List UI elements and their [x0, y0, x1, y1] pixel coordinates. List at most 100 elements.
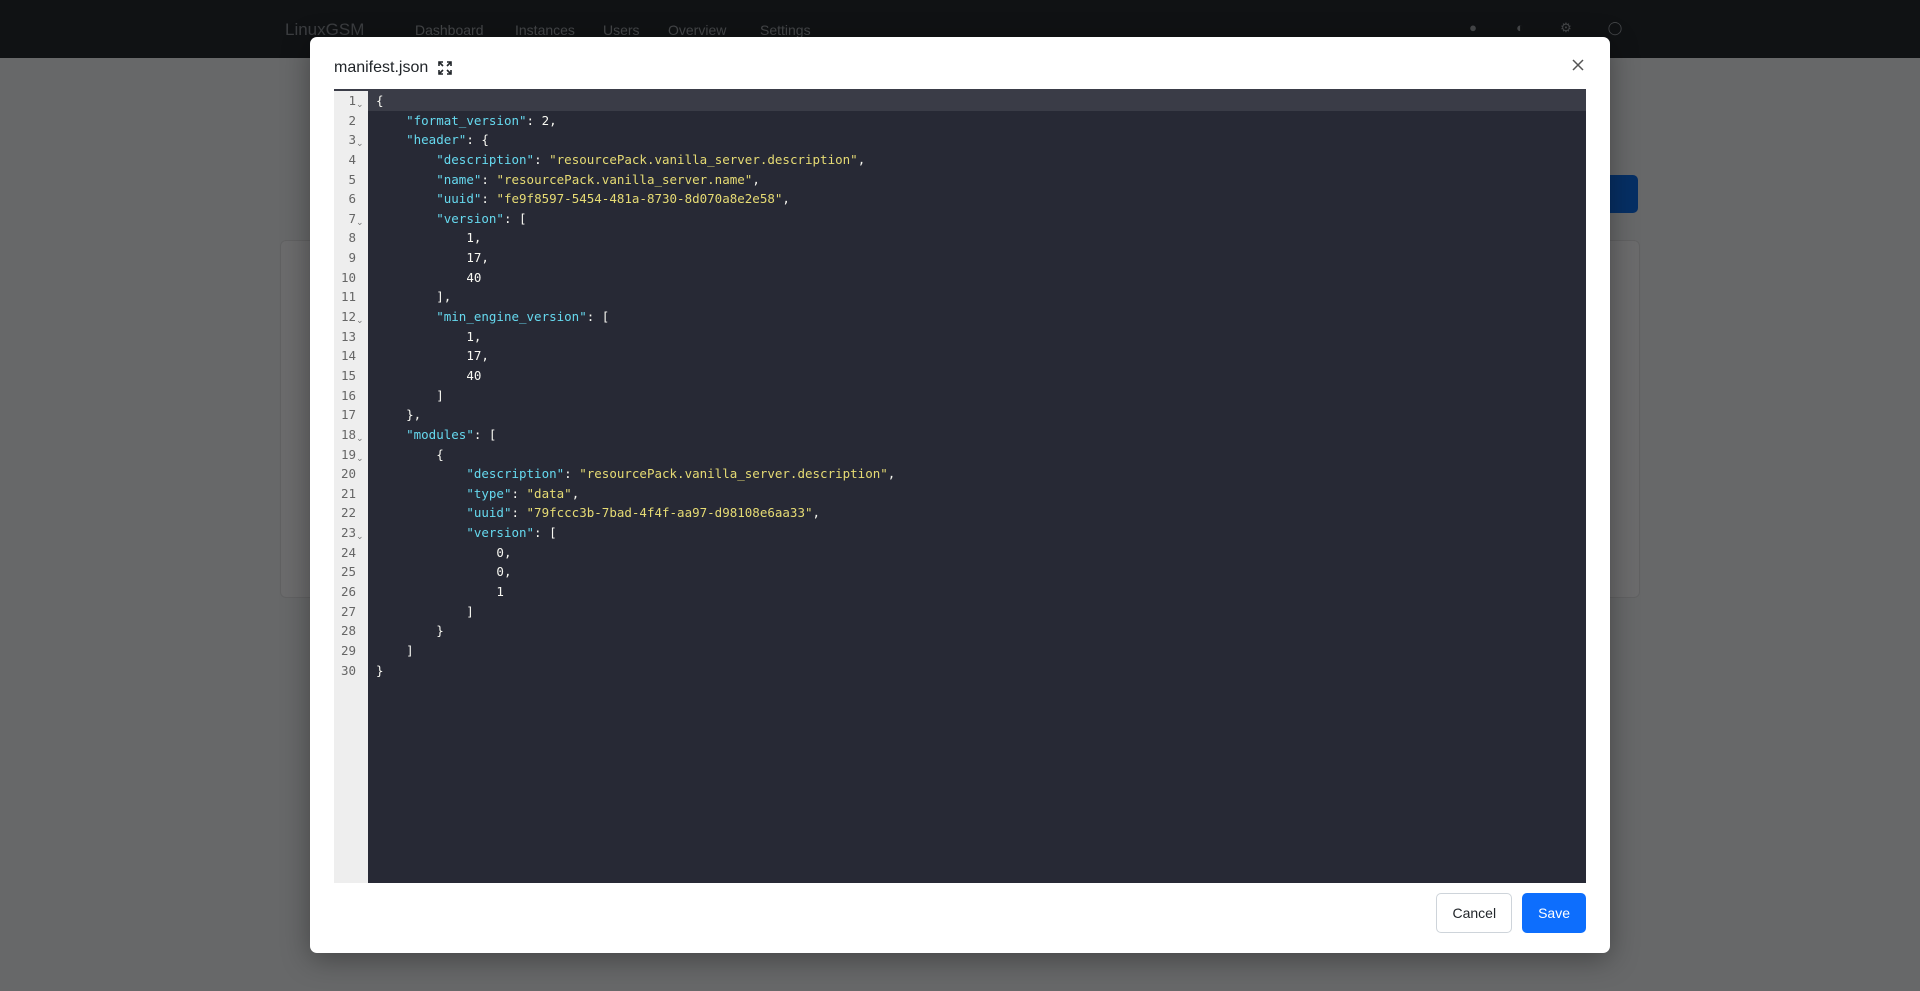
code-line[interactable]: 14 17,: [341, 346, 1586, 366]
expand-icon[interactable]: [438, 61, 453, 75]
code-line[interactable]: 1 ⌄{: [348, 91, 1586, 111]
modal-header: manifest.json: [334, 59, 453, 77]
code-text: 1,: [368, 228, 481, 248]
code-line[interactable]: 27 ]: [341, 602, 1586, 622]
save-button[interactable]: Save: [1522, 893, 1586, 933]
code-token: "79fccc3b-7bad-4f4f-aa97-d98108e6aa33": [526, 505, 813, 521]
code-line[interactable]: 6 "uuid": "fe9f8597-5454-481a-8730-8d070…: [348, 189, 1586, 209]
line-number: 15: [340, 367, 356, 383]
code-line[interactable]: 20 "description": "resourcePack.vanilla_…: [341, 464, 1586, 484]
code-line[interactable]: 25 0,: [341, 562, 1586, 582]
line-number: 22: [340, 505, 356, 521]
code-token: : [: [586, 309, 610, 325]
fold-toggle-icon[interactable]: ⌄: [356, 527, 364, 547]
code-text: "format_version": 2,: [368, 111, 557, 131]
code-text: }: [368, 661, 384, 681]
code-line[interactable]: 21 "type": "data",: [341, 484, 1586, 504]
code-token: : [: [503, 210, 527, 226]
code-line[interactable]: 12 ⌄ "min_engine_version": [: [341, 307, 1586, 327]
code-line[interactable]: 4 "description": "resourcePack.vanilla_s…: [348, 150, 1586, 170]
code-line[interactable]: 19 ⌄ {: [341, 445, 1586, 465]
code-line[interactable]: 16 ]: [341, 386, 1586, 406]
code-token: :: [481, 171, 497, 187]
close-button[interactable]: [1566, 53, 1590, 77]
code-line[interactable]: 28 }: [341, 621, 1586, 641]
code-line[interactable]: 23 ⌄ "version": [: [341, 523, 1586, 543]
code-line[interactable]: 13 1,: [341, 327, 1586, 347]
code-text: 1,: [368, 327, 481, 347]
code-token: :: [534, 151, 550, 167]
code-token: 1: [466, 328, 474, 344]
line-number: 17: [340, 407, 356, 423]
code-line[interactable]: 10 40: [341, 268, 1586, 288]
code-editor[interactable]: 1 ⌄{2 "format_version": 2, 3 ⌄ "header": {4…: [334, 89, 1586, 883]
fold-toggle-icon[interactable]: ⌄: [356, 429, 364, 449]
code-text: "description": "resourcePack.vanilla_ser…: [368, 150, 865, 170]
line-number: 2: [348, 112, 356, 128]
code-token: :: [511, 505, 527, 521]
code-text: "type": "data",: [368, 484, 579, 504]
line-number: 27: [340, 603, 356, 619]
line-number: 10: [340, 269, 356, 285]
code-text: "description": "resourcePack.vanilla_ser…: [368, 464, 895, 484]
code-line[interactable]: 24 0,: [341, 543, 1586, 563]
code-token: :: [481, 191, 497, 207]
code-text: {: [368, 91, 384, 111]
code-token: },: [376, 407, 422, 423]
code-token: "version": [436, 210, 504, 226]
code-line[interactable]: 22 "uuid": "79fccc3b-7bad-4f4f-aa97-d981…: [341, 503, 1586, 523]
code-token: ,: [857, 151, 866, 167]
file-editor-modal: manifest.json 1 ⌄{2 "format_version": 2, 3…: [310, 37, 1610, 953]
code-token: "resourcePack.vanilla_server.name": [496, 171, 753, 187]
code-token: 40: [466, 367, 482, 383]
line-number: 3: [348, 132, 356, 148]
code-line[interactable]: 26 1: [341, 582, 1586, 602]
fold-toggle-icon[interactable]: ⌄: [356, 213, 364, 233]
code-line[interactable]: 30}: [341, 661, 1586, 681]
code-token: ,: [782, 191, 790, 207]
code-line[interactable]: 11 ],: [341, 287, 1586, 307]
code-line[interactable]: 9 17,: [348, 248, 1586, 268]
fold-toggle-icon[interactable]: ⌄: [356, 95, 364, 115]
code-line[interactable]: 18 ⌄ "modules": [: [341, 425, 1586, 445]
code-token: "description": [466, 466, 565, 482]
code-line[interactable]: 3 ⌄ "header": {: [348, 130, 1586, 150]
code-line[interactable]: 15 40: [341, 366, 1586, 386]
code-token: ]: [376, 603, 474, 619]
code-text: 1: [368, 582, 504, 602]
line-number: 24: [340, 544, 356, 560]
fold-toggle-icon[interactable]: ⌄: [356, 134, 364, 154]
code-text: ]: [368, 386, 444, 406]
line-number: 20: [340, 466, 356, 482]
code-text: ]: [368, 602, 474, 622]
code-text: },: [368, 405, 421, 425]
line-number: 12: [340, 309, 356, 325]
code-line[interactable]: 29 ]: [341, 641, 1586, 661]
fold-toggle-icon[interactable]: ⌄: [356, 449, 364, 469]
line-number: 29: [340, 642, 356, 658]
code-token: ,: [887, 466, 896, 482]
fold-toggle-icon[interactable]: ⌄: [356, 311, 364, 331]
code-token: ,: [481, 250, 489, 266]
line-number: 1: [348, 93, 356, 108]
code-area[interactable]: 1 ⌄{2 "format_version": 2, 3 ⌄ "header": {4…: [341, 91, 1586, 883]
code-text: }: [368, 621, 444, 641]
code-line[interactable]: 5 "name": "resourcePack.vanilla_server.n…: [348, 170, 1586, 190]
close-icon[interactable]: [1571, 58, 1585, 72]
code-token: ,: [473, 230, 482, 246]
code-line[interactable]: 17 },: [341, 405, 1586, 425]
code-token: "uuid": [466, 505, 512, 521]
code-line[interactable]: 2 "format_version": 2,: [348, 111, 1586, 131]
line-number: 26: [340, 584, 356, 600]
code-line[interactable]: 7 ⌄ "version": [: [348, 209, 1586, 229]
code-line[interactable]: 8 1,: [348, 228, 1586, 248]
cancel-button[interactable]: Cancel: [1436, 893, 1513, 933]
